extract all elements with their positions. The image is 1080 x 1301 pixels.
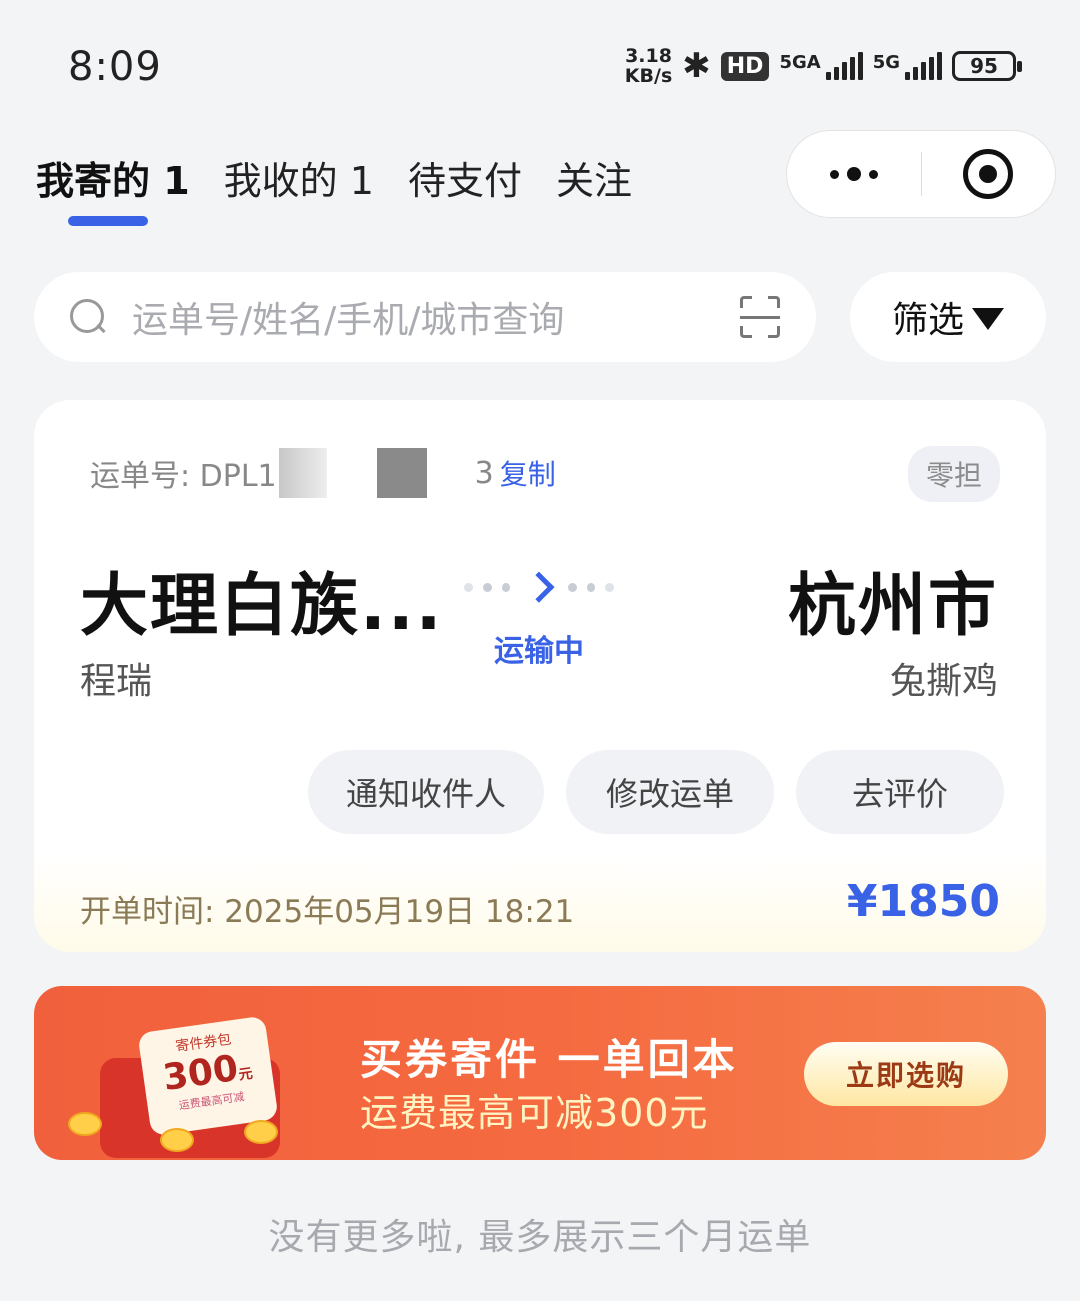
scan-icon[interactable] [740, 296, 780, 338]
search-input[interactable]: 运单号/姓名/手机/城市查询 [34, 272, 816, 362]
order-price: ¥1850 [846, 876, 1000, 927]
chevron-right-icon [523, 571, 555, 603]
open-time: 开单时间: 2025年05月19日 18:21 [80, 894, 575, 930]
waybill-label: 运单号: DPL1 [90, 459, 277, 494]
filter-button[interactable]: 筛选 [850, 272, 1046, 362]
order-actions: 通知收件人 修改运单 去评价 [308, 750, 1004, 834]
route-progress-icon [464, 570, 615, 604]
banner-subtitle: 运费最高可减300元 [360, 1091, 709, 1135]
funnel-icon [972, 308, 1004, 330]
edit-waybill-button[interactable]: 修改运单 [566, 750, 774, 834]
tab-pending-payment[interactable]: 待支付 [408, 150, 522, 205]
network-speed-value: 3.18 [625, 45, 672, 67]
shipment-status: 运输中 [494, 634, 584, 669]
hd-icon: HD [720, 51, 770, 81]
order-card[interactable]: 运单号: DPL1 3 复制 零担 大理白族... 程瑞 运输中 杭州市 兔撕鸡… [34, 400, 1046, 952]
dot-icon [829, 169, 839, 179]
network-speed: 3.18 KB/s [625, 46, 672, 86]
close-miniprogram-button[interactable] [922, 149, 1056, 199]
receiver-name: 兔撕鸡 [889, 661, 998, 702]
dot-icon [846, 167, 861, 181]
search-placeholder: 运单号/姓名/手机/城市查询 [132, 300, 565, 341]
coupon-promo-banner[interactable]: 寄件券包 300元 运费最高可减 买券寄件 一单回本 运费最高可减300元 立即… [34, 986, 1046, 1160]
buy-now-button[interactable]: 立即选购 [804, 1042, 1008, 1106]
coin-icon [68, 1112, 102, 1136]
signal-5g-label: 5G [872, 52, 900, 73]
target-icon [963, 149, 1014, 199]
copy-waybill-button[interactable]: 复制 [500, 453, 556, 493]
page: 8:09 3.18 KB/s ✱ HD 5GA 5G 95 我寄的 1 我收的 … [0, 0, 1080, 1301]
dot-icon [868, 169, 878, 179]
status-time: 8:09 [68, 44, 162, 90]
network-speed-unit: KB/s [624, 65, 673, 87]
sender-name: 程瑞 [80, 661, 153, 702]
signal-5g-icon: 5G [873, 52, 942, 80]
redaction-mask [376, 448, 427, 498]
tab-received[interactable]: 我收的 1 [224, 150, 374, 205]
more-options-button[interactable] [787, 167, 921, 181]
battery-icon: 95 [952, 51, 1022, 81]
rate-button[interactable]: 去评价 [796, 750, 1004, 834]
coin-icon [160, 1128, 194, 1152]
waybill-tail: 3 [474, 455, 494, 491]
waybill-number: 运单号: DPL1 3 复制 [90, 448, 556, 498]
coupon-pack-illustration: 寄件券包 300元 运费最高可减 [64, 1000, 344, 1160]
tab-sent[interactable]: 我寄的 1 [36, 150, 190, 205]
shipment-type-badge: 零担 [907, 446, 1000, 502]
active-tab-indicator [68, 216, 148, 226]
coupon-ticket: 寄件券包 300元 运费最高可减 [137, 1015, 279, 1137]
origin-city: 大理白族... [80, 567, 444, 646]
search-icon [68, 297, 108, 337]
status-icons: 3.18 KB/s ✱ HD 5GA 5G 95 [625, 46, 1022, 86]
filter-label: 筛选 [891, 300, 964, 341]
redaction-mask [278, 448, 327, 498]
miniprogram-capsule [786, 130, 1056, 218]
end-of-list-note: 没有更多啦, 最多展示三个月运单 [268, 1217, 812, 1258]
banner-title: 买券寄件 一单回本 [360, 1035, 738, 1084]
coin-icon [244, 1120, 278, 1144]
signal-5ga-icon: 5GA [779, 52, 863, 80]
order-tabs: 我寄的 1 我收的 1 待支付 关注 [36, 150, 632, 205]
bluetooth-icon: ✱ [682, 46, 711, 86]
notify-receiver-button[interactable]: 通知收件人 [308, 750, 544, 834]
tab-following[interactable]: 关注 [556, 150, 632, 205]
signal-5ga-label: 5GA [779, 52, 821, 73]
destination-city: 杭州市 [787, 567, 998, 646]
